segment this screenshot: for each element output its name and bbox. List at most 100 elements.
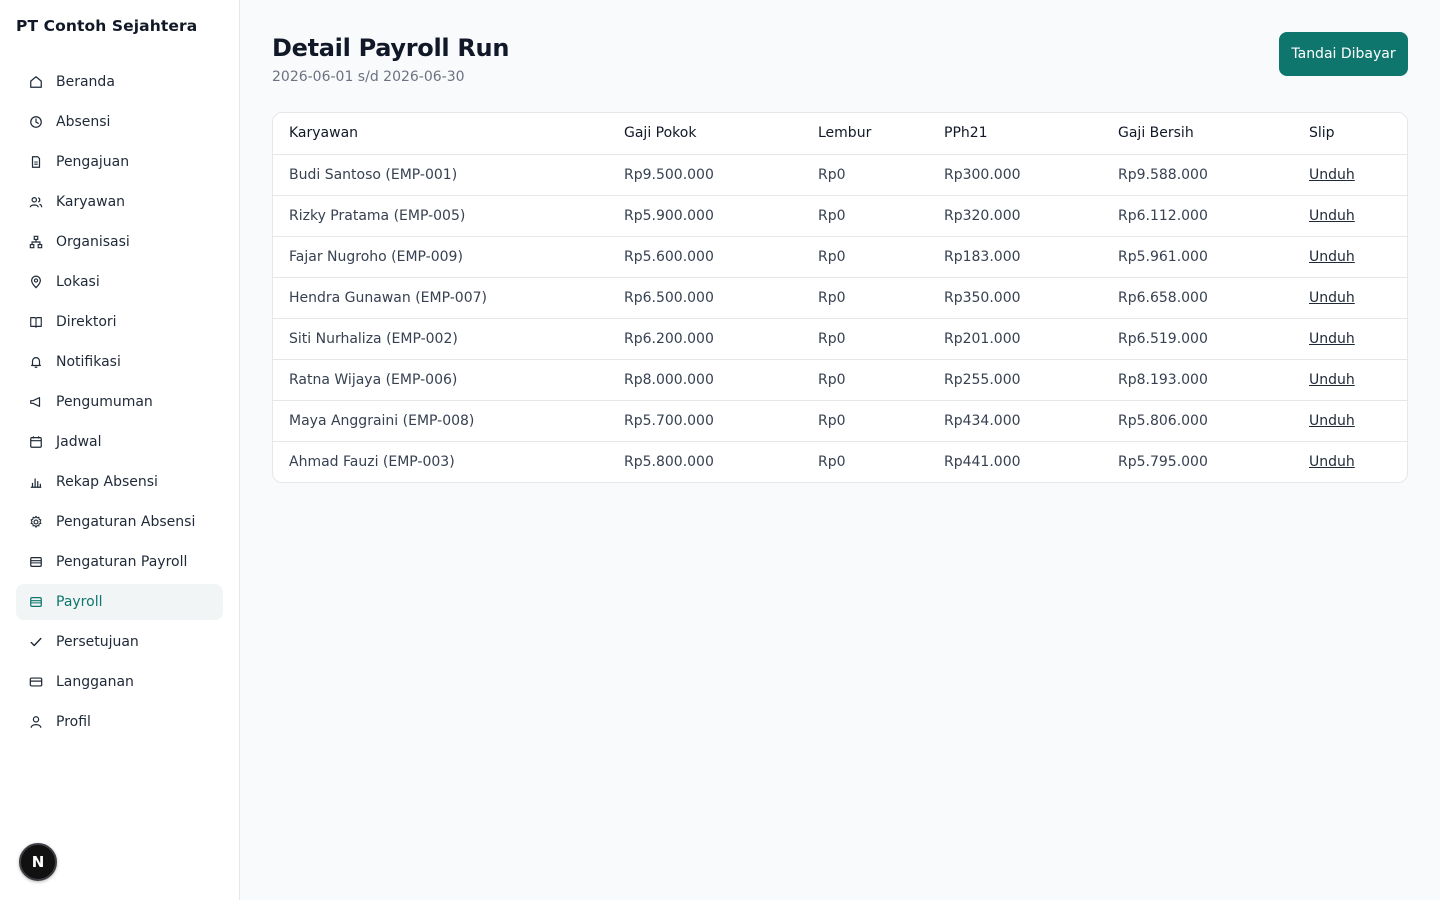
sidebar-item-label: Notifikasi [56, 354, 121, 370]
pph21-cell: Rp201.000 [928, 317, 1102, 359]
net-salary-cell: Rp6.658.000 [1102, 276, 1293, 318]
net-salary-cell: Rp5.961.000 [1102, 235, 1293, 277]
overtime-cell: Rp0 [802, 317, 928, 359]
pph21-cell: Rp183.000 [928, 235, 1102, 277]
net-salary-cell: Rp8.193.000 [1102, 358, 1293, 400]
home-icon [28, 74, 44, 90]
slip-cell: Unduh [1293, 153, 1407, 195]
pph21-cell: Rp350.000 [928, 276, 1102, 318]
sidebar-item-label: Lokasi [56, 274, 100, 290]
table-header-row: Karyawan Gaji Pokok Lembur PPh21 Gaji Be… [273, 113, 1407, 154]
net-salary-cell: Rp9.588.000 [1102, 153, 1293, 195]
brand-name: PT Contoh Sejahtera [16, 17, 198, 35]
sidebar-item-label: Payroll [56, 594, 103, 610]
download-slip-link[interactable]: Unduh [1309, 372, 1355, 388]
overtime-cell: Rp0 [802, 153, 928, 195]
user-icon [28, 714, 44, 730]
download-slip-link[interactable]: Unduh [1309, 413, 1355, 429]
slip-cell: Unduh [1293, 235, 1407, 277]
download-slip-link[interactable]: Unduh [1309, 249, 1355, 265]
payroll-period: 2026-06-01 s/d 2026-06-30 [272, 69, 465, 85]
employee-cell: Budi Santoso (EMP-001) [273, 153, 608, 195]
sidebar-item-label: Pengaturan Payroll [56, 554, 188, 570]
sidebar-item-label: Persetujuan [56, 634, 139, 650]
avatar[interactable]: N [19, 843, 57, 881]
sidebar-item-label: Pengajuan [56, 154, 130, 170]
sidebar-item-jadwal[interactable]: Jadwal [16, 424, 223, 460]
check-icon [28, 634, 44, 650]
base-salary-cell: Rp6.200.000 [608, 317, 802, 359]
slip-cell: Unduh [1293, 276, 1407, 318]
overtime-cell: Rp0 [802, 399, 928, 441]
download-slip-link[interactable]: Unduh [1309, 208, 1355, 224]
sidebar-item-pengaturan-payroll[interactable]: Pengaturan Payroll [16, 544, 223, 580]
sidebar-item-direktori[interactable]: Direktori [16, 304, 223, 340]
download-slip-link[interactable]: Unduh [1309, 290, 1355, 306]
sidebar-item-pengumuman[interactable]: Pengumuman [16, 384, 223, 420]
sidebar-item-label: Rekap Absensi [56, 474, 158, 490]
sidebar-item-notifikasi[interactable]: Notifikasi [16, 344, 223, 380]
table-row: Hendra Gunawan (EMP-007) Rp6.500.000 Rp0 Rp… [273, 276, 1407, 318]
bell-icon [28, 354, 44, 370]
download-slip-link[interactable]: Unduh [1309, 454, 1355, 470]
employee-cell: Fajar Nugroho (EMP-009) [273, 235, 608, 277]
table-row: Fajar Nugroho (EMP-009) Rp5.600.000 Rp0 Rp1… [273, 235, 1407, 277]
slip-cell: Unduh [1293, 440, 1407, 482]
base-salary-cell: Rp5.800.000 [608, 440, 802, 482]
sidebar-item-absensi[interactable]: Absensi [16, 104, 223, 140]
base-salary-cell: Rp8.000.000 [608, 358, 802, 400]
page-title: Detail Payroll Run [272, 34, 510, 62]
sidebar-item-organisasi[interactable]: Organisasi [16, 224, 223, 260]
sidebar-item-lokasi[interactable]: Lokasi [16, 264, 223, 300]
sidebar-item-label: Absensi [56, 114, 111, 130]
download-slip-link[interactable]: Unduh [1309, 167, 1355, 183]
sidebar-item-label: Profil [56, 714, 91, 730]
net-salary-cell: Rp5.806.000 [1102, 399, 1293, 441]
table-row: Siti Nurhaliza (EMP-002) Rp6.200.000 Rp0 Rp… [273, 317, 1407, 359]
sidebar-item-label: Langganan [56, 674, 134, 690]
sidebar-item-pengaturan-absensi[interactable]: Pengaturan Absensi [16, 504, 223, 540]
pph21-cell: Rp300.000 [928, 153, 1102, 195]
employee-cell: Ahmad Fauzi (EMP-003) [273, 440, 608, 482]
sidebar-item-label: Jadwal [56, 434, 102, 450]
sidebar-item-payroll[interactable]: Payroll [16, 584, 223, 620]
clock-icon [28, 114, 44, 130]
book-icon [28, 314, 44, 330]
payroll-table: Karyawan Gaji Pokok Lembur PPh21 Gaji Be… [273, 113, 1407, 482]
mark-paid-button[interactable]: Tandai Dibayar [1279, 32, 1408, 76]
sidebar-item-langganan[interactable]: Langganan [16, 664, 223, 700]
net-salary-cell: Rp5.795.000 [1102, 440, 1293, 482]
sidebar-item-rekap-absensi[interactable]: Rekap Absensi [16, 464, 223, 500]
slip-cell: Unduh [1293, 399, 1407, 441]
gear-icon [28, 514, 44, 530]
pph21-cell: Rp320.000 [928, 194, 1102, 236]
employee-cell: Rizky Pratama (EMP-005) [273, 194, 608, 236]
download-slip-link[interactable]: Unduh [1309, 331, 1355, 347]
bar-chart-icon [28, 474, 44, 490]
sidebar-item-pengajuan[interactable]: Pengajuan [16, 144, 223, 180]
pph21-cell: Rp441.000 [928, 440, 1102, 482]
column-header-net-salary: Gaji Bersih [1118, 125, 1194, 142]
column-header-employee: Karyawan [289, 125, 359, 142]
wallet-icon [28, 554, 44, 570]
column-header-overtime: Lembur [818, 125, 872, 142]
column-header-pph21: PPh21 [944, 125, 988, 142]
column-header-slip: Slip [1309, 125, 1335, 142]
overtime-cell: Rp0 [802, 235, 928, 277]
sidebar-item-karyawan[interactable]: Karyawan [16, 184, 223, 220]
map-pin-icon [28, 274, 44, 290]
overtime-cell: Rp0 [802, 276, 928, 318]
org-chart-icon [28, 234, 44, 250]
table-row: Ahmad Fauzi (EMP-003) Rp5.800.000 Rp0 Rp441… [273, 440, 1407, 482]
base-salary-cell: Rp5.600.000 [608, 235, 802, 277]
overtime-cell: Rp0 [802, 440, 928, 482]
employee-cell: Hendra Gunawan (EMP-007) [273, 276, 608, 318]
sidebar-item-persetujuan[interactable]: Persetujuan [16, 624, 223, 660]
table-row: Maya Anggraini (EMP-008) Rp5.700.000 Rp0 Rp… [273, 399, 1407, 441]
sidebar-item-profil[interactable]: Profil [16, 704, 223, 740]
employee-cell: Maya Anggraini (EMP-008) [273, 399, 608, 441]
employee-cell: Ratna Wijaya (EMP-006) [273, 358, 608, 400]
pph21-cell: Rp255.000 [928, 358, 1102, 400]
payroll-table-card: Karyawan Gaji Pokok Lembur PPh21 Gaji Be… [272, 112, 1408, 483]
sidebar-item-beranda[interactable]: Beranda [16, 64, 223, 100]
